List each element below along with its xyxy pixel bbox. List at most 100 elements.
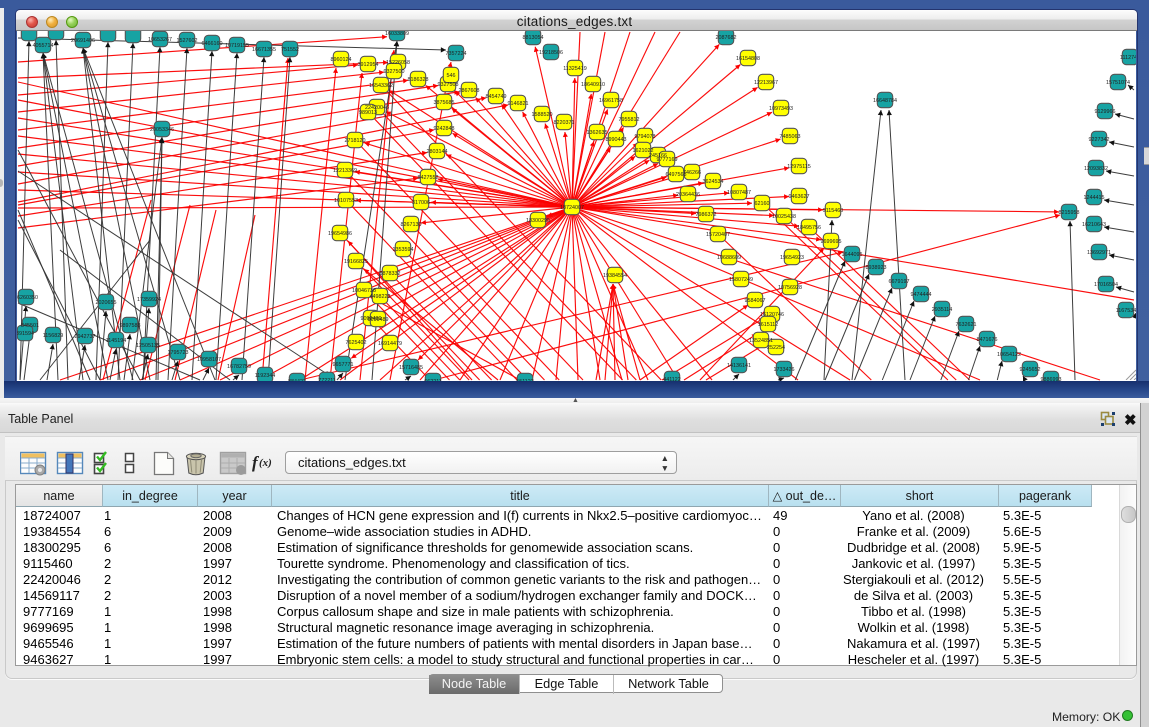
svg-text:391594: 391594 [17, 331, 34, 337]
svg-text:7625402: 7625402 [346, 340, 367, 346]
svg-text:19166825: 19166825 [344, 259, 368, 265]
svg-text:8215958: 8215958 [1059, 210, 1080, 216]
svg-text:1244415: 1244415 [1084, 195, 1105, 201]
svg-text:20691406: 20691406 [71, 38, 95, 44]
svg-text:751552: 751552 [281, 47, 299, 53]
svg-text:15716485: 15716485 [399, 365, 423, 371]
svg-text:10719155: 10719155 [225, 43, 249, 49]
svg-text:9699695: 9699695 [821, 239, 842, 245]
svg-text:16914479: 16914479 [378, 341, 402, 347]
svg-text:9584067: 9584067 [745, 298, 766, 304]
svg-text:9099489: 9099489 [368, 317, 389, 323]
svg-text:10654122: 10654122 [997, 352, 1021, 358]
svg-text:551122: 551122 [516, 379, 534, 381]
svg-text:1353594: 1353594 [393, 247, 414, 253]
svg-text:9146821: 9146821 [508, 101, 529, 107]
svg-text:17359924: 17359924 [137, 297, 161, 303]
svg-text:8186328: 8186328 [408, 77, 429, 83]
svg-text:2935114: 2935114 [932, 307, 953, 313]
svg-text:16120746: 16120746 [760, 312, 784, 318]
svg-text:8471676: 8471676 [977, 337, 998, 343]
svg-text:9327508: 9327508 [438, 82, 459, 88]
svg-text:18300295: 18300295 [526, 218, 550, 224]
svg-text:20053346: 20053346 [150, 127, 174, 133]
svg-text:2718120: 2718120 [345, 138, 366, 144]
svg-text:845501: 845501 [21, 323, 39, 329]
svg-text:1527602: 1527602 [177, 38, 198, 44]
svg-text:11325419: 11325419 [563, 66, 587, 72]
svg-text:1644095: 1644095 [842, 252, 863, 258]
svg-text:8990443: 8990443 [606, 137, 627, 143]
svg-text:13524851: 13524851 [749, 338, 773, 344]
svg-text:1156829: 1156829 [43, 333, 64, 339]
svg-text:9474444: 9474444 [911, 292, 932, 298]
svg-text:10973493: 10973493 [769, 106, 793, 112]
svg-text:18724007: 18724007 [560, 205, 584, 211]
svg-text:2803144: 2803144 [427, 149, 448, 155]
svg-text:6679197: 6679197 [889, 279, 910, 285]
svg-text:7986372: 7986372 [696, 212, 717, 218]
svg-text:3875685: 3875685 [434, 100, 455, 106]
svg-text:16154808: 16154808 [736, 56, 760, 62]
svg-text:8267130: 8267130 [401, 222, 422, 228]
svg-text:6497568: 6497568 [666, 172, 687, 178]
svg-text:7632621: 7632621 [956, 322, 977, 328]
svg-text:8878332: 8878332 [380, 271, 401, 277]
svg-text:12093832: 12093832 [1084, 166, 1108, 172]
svg-text:18495756: 18495756 [797, 225, 821, 231]
svg-text:19218506: 19218506 [539, 50, 563, 56]
svg-text:1733426: 1733426 [774, 367, 795, 373]
svg-text:9463627: 9463627 [789, 194, 810, 200]
svg-text:9242848: 9242848 [434, 126, 455, 132]
svg-text:9794078: 9794078 [635, 134, 656, 140]
svg-text:26260350: 26260350 [17, 295, 38, 301]
svg-text:9897588: 9897588 [120, 323, 141, 329]
svg-text:10025438: 10025438 [772, 214, 796, 220]
svg-text:16648784: 16648784 [873, 98, 897, 104]
svg-text:8960124: 8960124 [331, 57, 352, 63]
svg-text:7485063: 7485063 [780, 134, 801, 140]
svg-text:546: 546 [447, 73, 456, 79]
svg-text:3624534: 3624534 [703, 179, 724, 185]
svg-text:9657771: 9657771 [333, 362, 354, 368]
svg-text:7955812: 7955812 [619, 117, 640, 123]
svg-text:4055714: 4055714 [33, 43, 54, 49]
svg-text:9327500: 9327500 [384, 69, 405, 75]
svg-text:9886993: 9886993 [1041, 377, 1062, 381]
svg-text:884422: 884422 [288, 379, 306, 381]
svg-text:1588520: 1588520 [532, 112, 553, 118]
svg-text:16671355: 16671355 [252, 47, 276, 53]
svg-text:772211: 772211 [318, 378, 336, 381]
svg-text:317006: 317006 [412, 200, 430, 206]
svg-text:10807487: 10807487 [727, 190, 751, 196]
svg-text:252254: 252254 [767, 345, 785, 351]
svg-text:1112741: 1112741 [1120, 55, 1136, 61]
svg-text:16210643: 16210643 [1082, 222, 1106, 228]
svg-text:16033809: 16033809 [385, 31, 409, 37]
svg-text:1167534: 1167534 [1116, 308, 1136, 314]
svg-text:10756928: 10756928 [778, 285, 802, 291]
svg-text:10653267: 10653267 [148, 37, 172, 43]
svg-text:16543362: 16543362 [369, 83, 393, 89]
svg-text:13692971: 13692971 [1087, 250, 1111, 256]
svg-text:662211: 662211 [424, 379, 442, 381]
svg-text:12975115: 12975115 [787, 164, 811, 170]
svg-text:3912954: 3912954 [358, 62, 379, 68]
svg-text:62160: 62160 [755, 201, 770, 207]
svg-text:12505135: 12505135 [136, 343, 160, 349]
svg-text:1192344: 1192344 [255, 373, 276, 379]
svg-text:12213369: 12213369 [333, 168, 357, 174]
svg-text:19654923: 19654923 [780, 255, 804, 261]
svg-text:2087682: 2087682 [716, 35, 737, 41]
svg-text:10107553: 10107553 [334, 198, 358, 204]
svg-text:2867608: 2867608 [459, 88, 480, 94]
svg-text:15807249: 15807249 [729, 277, 753, 283]
svg-text:441122: 441122 [663, 377, 681, 381]
svg-text:8938923: 8938923 [866, 265, 887, 271]
svg-text:989013: 989013 [359, 110, 377, 116]
svg-text:9227342: 9227342 [1089, 137, 1110, 143]
svg-text:10958107: 10958107 [197, 357, 221, 363]
svg-text:19654986: 19654986 [328, 231, 352, 237]
svg-text:1362635: 1362635 [587, 130, 608, 136]
svg-text:6466160: 6466160 [202, 41, 223, 47]
